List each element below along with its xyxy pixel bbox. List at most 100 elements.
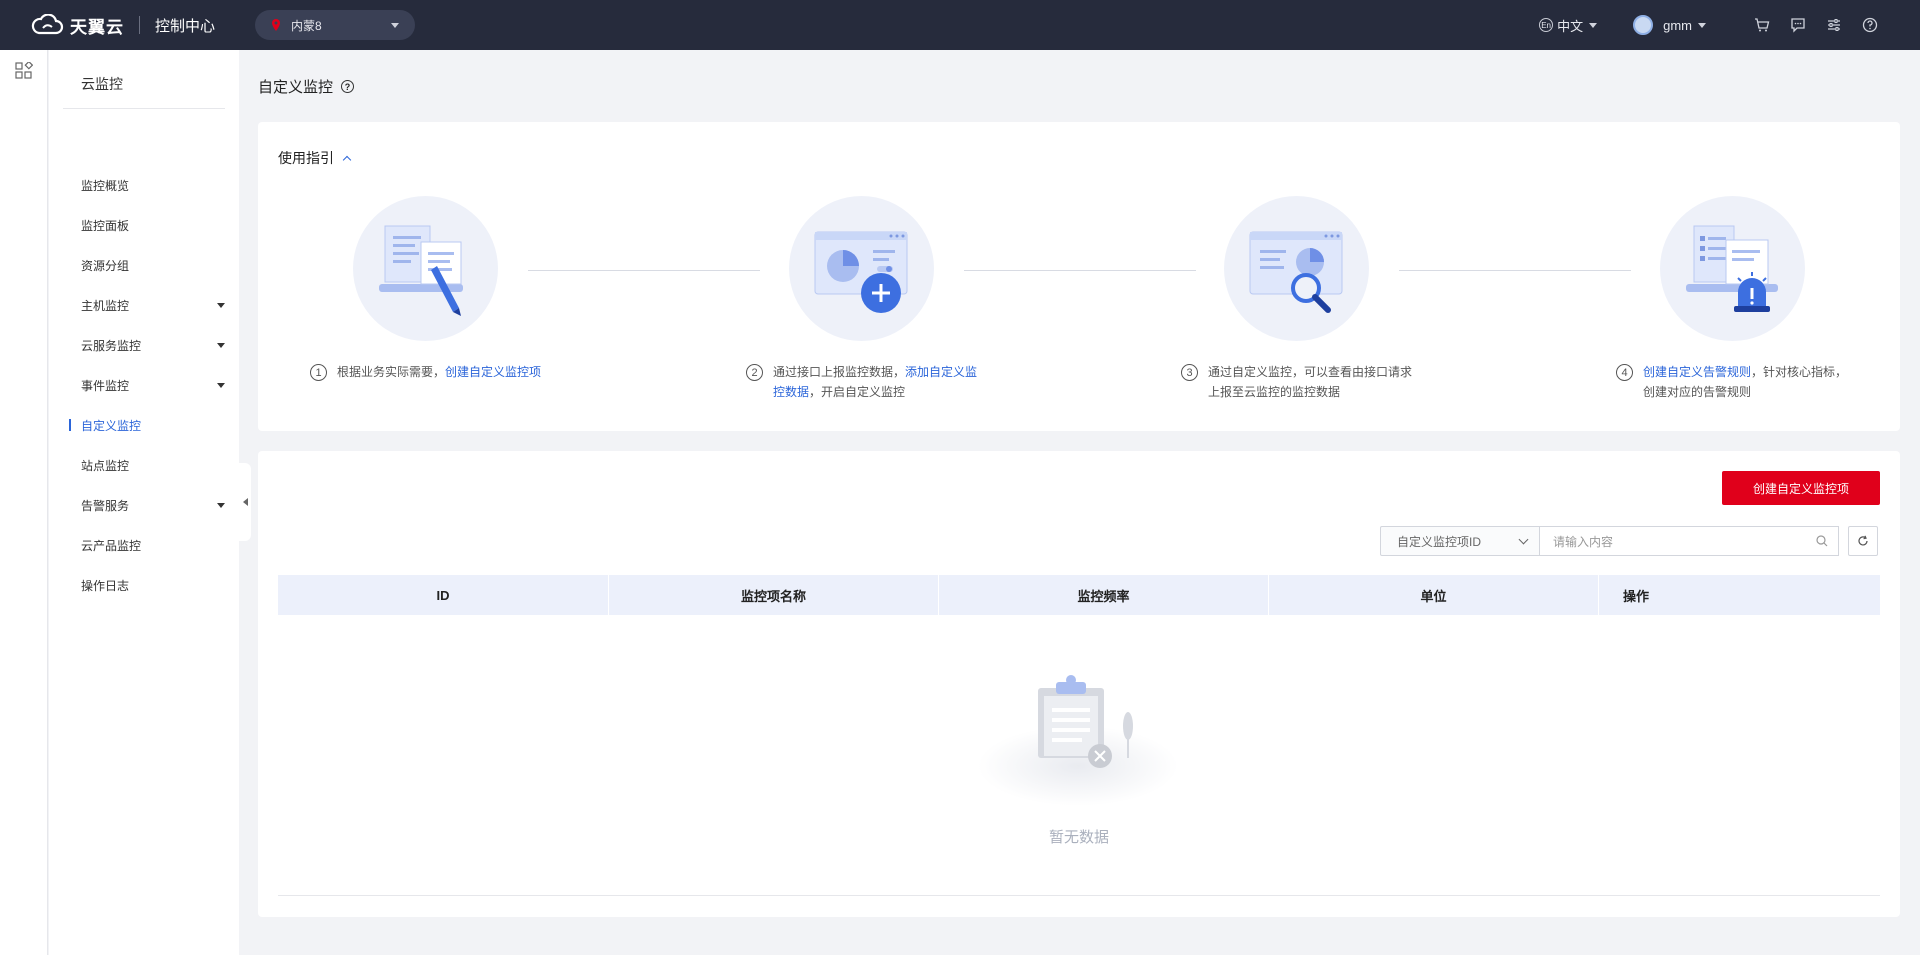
caret-down-icon	[217, 502, 225, 508]
caret-down-icon	[217, 342, 225, 348]
sidebar-item-label: 资源分组	[81, 258, 130, 273]
sidebar-title: 云监控	[81, 76, 123, 92]
product-rail	[0, 50, 48, 955]
chevron-up-icon	[342, 155, 352, 165]
empty-state-text: 暂无数据	[1048, 829, 1109, 846]
refresh-button[interactable]	[1848, 526, 1878, 556]
step-text: ，开启自定义监控	[809, 385, 906, 399]
step-4-illustration	[1660, 196, 1805, 341]
step-1-text: 1 根据业务实际需要，创建自定义监控项	[310, 362, 570, 382]
sidebar-item-cloud-product-monitor[interactable]: 云产品监控	[81, 533, 231, 557]
sidebar-item-cloud-service-monitor[interactable]: 云服务监控	[81, 333, 231, 357]
column-header-frequency: 监控频率	[939, 575, 1269, 615]
sidebar-item-dashboard[interactable]: 监控面板	[81, 213, 231, 237]
sidebar-item-label: 事件监控	[81, 378, 130, 393]
search-input[interactable]: 请输入内容	[1539, 526, 1839, 556]
usage-guide-card: 使用指引 1 根据业务实际需要，创建自定义监控项 2 通过接口上报监控数据，添加…	[258, 122, 1900, 431]
product-menu-icon[interactable]	[15, 62, 33, 80]
brand-name: 天翼云	[70, 17, 124, 37]
step-2-illustration	[789, 196, 934, 341]
empty-clipboard-icon	[978, 675, 1178, 806]
create-custom-monitor-button[interactable]: 创建自定义监控项	[1722, 471, 1880, 505]
step-1-illustration	[353, 196, 498, 341]
caret-down-icon	[217, 382, 225, 388]
chevron-down-icon	[1518, 534, 1529, 544]
sidebar-item-label: 云服务监控	[81, 338, 142, 353]
chevron-down-icon	[1698, 22, 1706, 28]
column-header-unit: 单位	[1269, 575, 1599, 615]
sidebar-item-resource-group[interactable]: 资源分组	[81, 253, 231, 277]
sidebar-item-operation-log[interactable]: 操作日志	[81, 573, 231, 597]
sidebar-item-label: 自定义监控	[81, 418, 142, 433]
step-3-illustration	[1224, 196, 1369, 341]
step-number: 4	[1616, 364, 1633, 381]
create-custom-item-link[interactable]: 创建自定义监控项	[445, 365, 541, 379]
step-connector	[964, 270, 1196, 271]
sidebar: 云监控 监控概览 监控面板 资源分组 主机监控 云服务监控 事件监控 自定义监控…	[49, 50, 239, 955]
filter-field-select[interactable]: 自定义监控项ID	[1380, 526, 1540, 556]
region-label: 内蒙8	[291, 18, 322, 33]
step-4-text: 4 创建自定义告警规则，针对核心指标，创建对应的告警规则	[1616, 362, 1856, 402]
caret-down-icon	[217, 302, 225, 308]
step-number: 2	[746, 364, 763, 381]
message-icon[interactable]	[1788, 15, 1808, 35]
column-header-id: ID	[278, 575, 609, 615]
settings-sliders-icon[interactable]	[1824, 15, 1844, 35]
create-alarm-rule-link[interactable]: 创建自定义告警规则	[1643, 365, 1751, 379]
help-icon[interactable]	[1860, 15, 1880, 35]
chevron-down-icon	[1589, 22, 1598, 28]
user-menu[interactable]: gmm	[1633, 15, 1706, 35]
sidebar-collapse-handle[interactable]	[239, 463, 251, 541]
language-icon: En	[1539, 18, 1554, 32]
search-placeholder: 请输入内容	[1553, 534, 1614, 549]
step-text: 根据业务实际需要，	[337, 365, 446, 379]
avatar	[1633, 15, 1654, 35]
brand-logo[interactable]: 天翼云	[30, 13, 124, 38]
sidebar-item-label: 监控面板	[81, 218, 130, 233]
console-title[interactable]: 控制中心	[155, 15, 215, 36]
refresh-icon	[1858, 535, 1868, 546]
table-header: ID 监控项名称 监控频率 单位 操作	[278, 575, 1880, 615]
alarm-rule-illustration-icon	[1686, 225, 1778, 312]
filter-field-value: 自定义监控项ID	[1397, 534, 1482, 549]
sidebar-item-label: 云产品监控	[81, 538, 142, 553]
sidebar-item-label: 站点监控	[81, 458, 130, 473]
language-label: 中文	[1557, 18, 1584, 34]
sidebar-item-custom-monitor[interactable]: 自定义监控	[69, 413, 231, 437]
step-text: 通过接口上报监控数据，	[773, 365, 906, 379]
collapse-left-icon	[242, 498, 248, 506]
sidebar-item-alarm-service[interactable]: 告警服务	[81, 493, 231, 517]
step-connector	[1399, 270, 1631, 271]
step-text: 通过自定义监控，可以查看由接口请求上报至云监控的监控数据	[1208, 365, 1413, 399]
sidebar-item-overview[interactable]: 监控概览	[81, 173, 231, 197]
sidebar-item-event-monitor[interactable]: 事件监控	[81, 373, 231, 397]
region-selector[interactable]: 内蒙8	[255, 10, 416, 40]
step-number: 1	[310, 364, 327, 381]
column-header-name: 监控项名称	[609, 575, 939, 615]
column-header-actions: 操作	[1623, 588, 1650, 604]
page-title: 自定义监控 ?	[258, 76, 355, 97]
cart-icon[interactable]	[1752, 15, 1772, 35]
guide-title: 使用指引	[278, 150, 334, 166]
divider	[278, 895, 1880, 896]
sidebar-item-site-monitor[interactable]: 站点监控	[81, 453, 231, 477]
cloud-logo-icon	[31, 14, 64, 35]
help-circle-icon[interactable]: ?	[341, 80, 355, 93]
document-edit-illustration-icon	[379, 225, 463, 316]
add-data-illustration-icon	[814, 231, 908, 313]
sidebar-item-label: 告警服务	[81, 498, 130, 513]
location-pin-icon	[272, 19, 281, 31]
custom-monitor-list-card: 创建自定义监控项 自定义监控项ID 请输入内容 ID 监控项名称 监控频率 单位…	[258, 451, 1900, 917]
sidebar-item-label: 操作日志	[81, 578, 130, 593]
search-data-illustration-icon	[1249, 231, 1343, 313]
sidebar-item-host-monitor[interactable]: 主机监控	[81, 293, 231, 317]
search-icon[interactable]	[1816, 535, 1828, 547]
chevron-down-icon	[391, 22, 400, 28]
language-selector[interactable]: En 中文	[1539, 16, 1598, 35]
page-title-text: 自定义监控	[258, 79, 334, 96]
divider	[63, 108, 225, 109]
guide-toggle[interactable]: 使用指引	[278, 148, 352, 168]
sidebar-item-label: 主机监控	[81, 298, 130, 313]
divider	[139, 16, 140, 34]
step-connector	[528, 270, 760, 271]
